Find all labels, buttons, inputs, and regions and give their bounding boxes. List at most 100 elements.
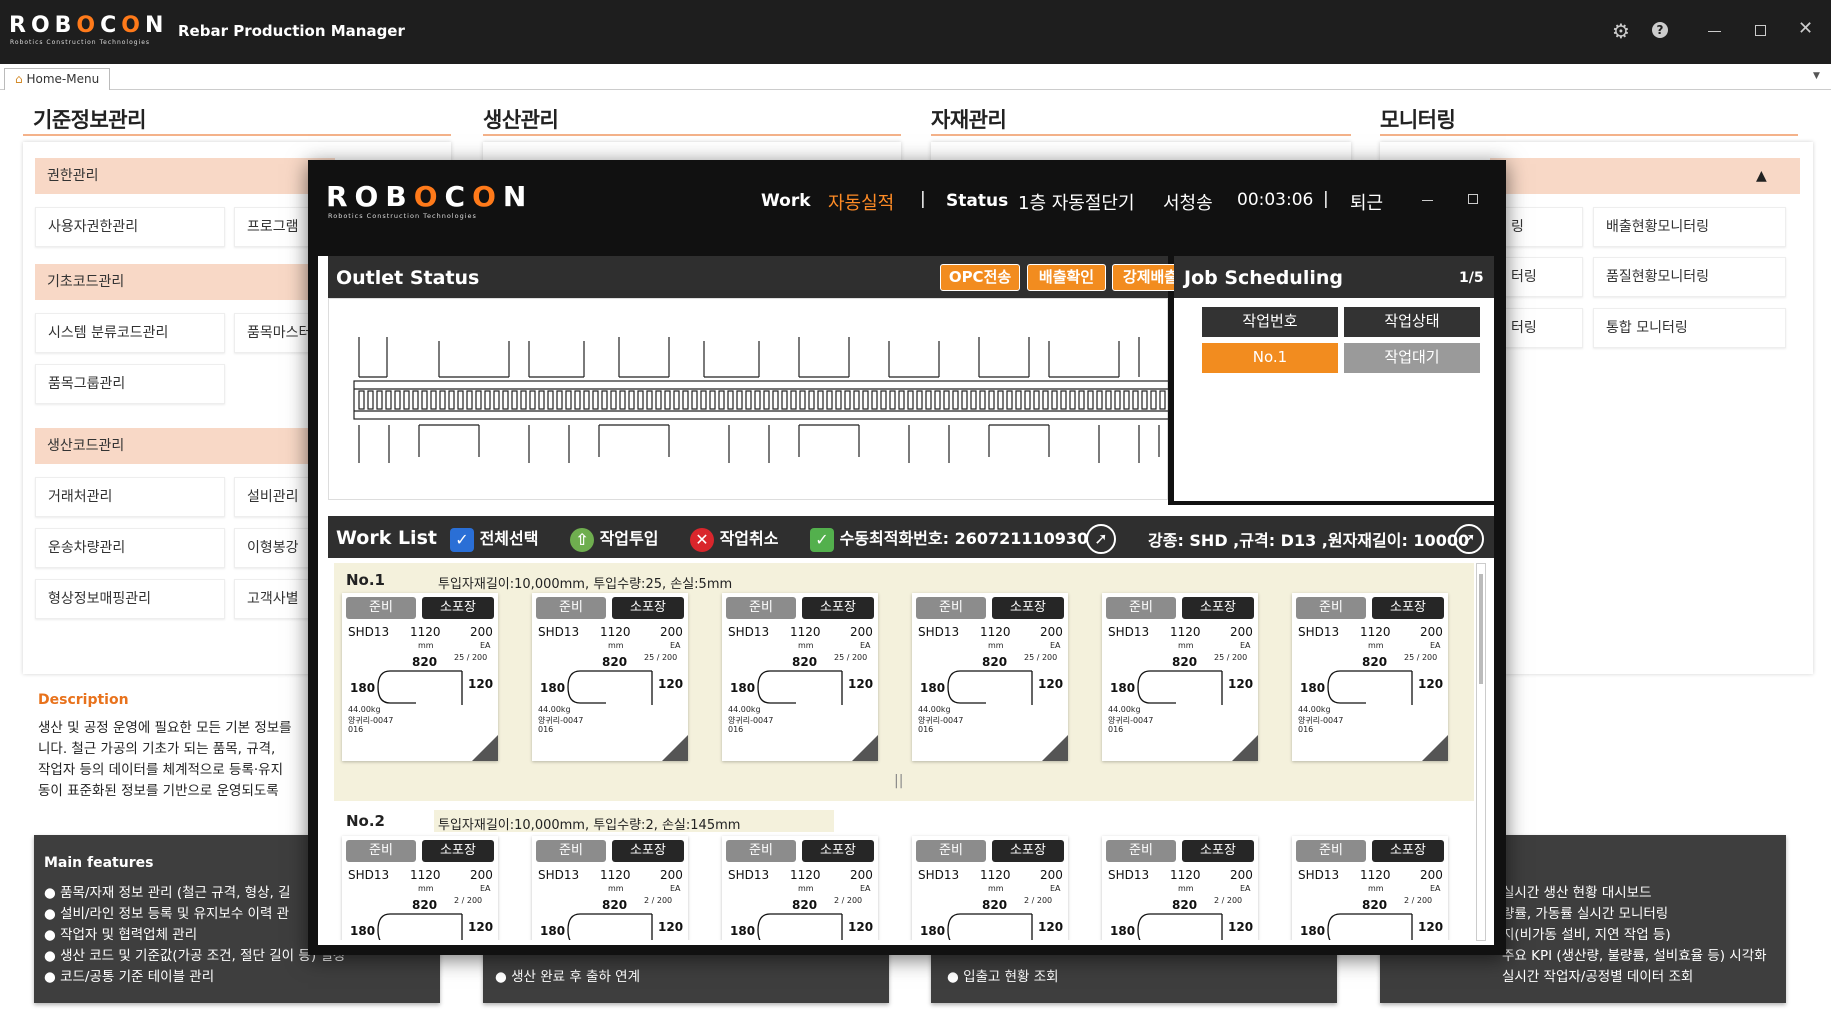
menu-item-group[interactable]: 품목그룹관리	[35, 364, 225, 404]
work-card[interactable]: 준비 소포장 SHD13 1120 mm 200 EA 25 / 200 820…	[532, 593, 688, 761]
pack-button[interactable]: 소포장	[612, 840, 684, 862]
pack-button[interactable]: 소포장	[992, 597, 1064, 619]
modal-maximize-button[interactable]	[1468, 194, 1478, 204]
job-number-cell[interactable]: No.1	[1202, 343, 1338, 373]
menu-shape-mapping[interactable]: 형상정보매핑관리	[35, 579, 225, 619]
menu-discharge-monitoring[interactable]: 배출현황모니터링	[1593, 207, 1786, 247]
work-card[interactable]: 준비 소포장 SHD13 1120 mm 200 EA 25 / 200 820…	[1102, 593, 1258, 761]
work-card[interactable]: 준비 소포장 SHD13 1120 mm 200 EA 2 / 200 820 …	[342, 836, 498, 940]
nav-status[interactable]: Status	[946, 191, 1008, 211]
help-icon[interactable]: ?	[1652, 22, 1668, 38]
bend-shape	[1327, 913, 1413, 940]
menu-monitor-partial-3[interactable]: 터링	[1498, 308, 1583, 348]
menu-customer[interactable]: 거래처관리	[35, 477, 225, 517]
conveyor-roller	[664, 390, 671, 410]
tab-dropdown-icon[interactable]: ▼	[1813, 71, 1820, 81]
pack-button[interactable]: 소포장	[422, 840, 494, 862]
conveyor-roller	[475, 390, 482, 410]
ready-button[interactable]: 준비	[536, 840, 606, 862]
nav-auto-result[interactable]: 자동실적	[828, 189, 894, 215]
work-card[interactable]: 준비 소포장 SHD13 1120 mm 200 EA 25 / 200 820…	[342, 593, 498, 761]
rebar-count: 200	[1040, 868, 1063, 882]
ready-button[interactable]: 준비	[916, 597, 986, 619]
work-card[interactable]: 준비 소포장 SHD13 1120 mm 200 EA 25 / 200 820…	[912, 593, 1068, 761]
ready-button[interactable]: 준비	[536, 597, 606, 619]
work-card[interactable]: 준비 소포장 SHD13 1120 mm 200 EA 2 / 200 820 …	[722, 836, 878, 940]
work-input-button[interactable]: ⇧ 작업투입	[570, 525, 658, 552]
work-card[interactable]: 준비 소포장 SHD13 1120 mm 200 EA 2 / 200 820 …	[532, 836, 688, 940]
menu-user-permission[interactable]: 사용자권한관리	[35, 207, 225, 247]
ready-button[interactable]: 준비	[916, 840, 986, 862]
share-icon[interactable]: ➚	[1086, 524, 1116, 554]
logout-button[interactable]: 퇴근	[1350, 189, 1383, 215]
nav-work[interactable]: Work	[761, 191, 811, 211]
rebar-count: 200	[660, 625, 683, 639]
conveyor-roller	[565, 390, 572, 410]
menu-monitor-partial-2[interactable]: 터링	[1498, 257, 1583, 297]
group-monitoring[interactable]	[1490, 158, 1800, 194]
work-card[interactable]: 준비 소포장 SHD13 1120 mm 200 EA 25 / 200 820…	[722, 593, 878, 761]
pack-button[interactable]: 소포장	[1372, 597, 1444, 619]
work-card[interactable]: 준비 소포장 SHD13 1120 mm 200 EA 2 / 200 820 …	[1102, 836, 1258, 940]
work-list-scrollbar[interactable]	[1476, 563, 1486, 941]
shape-dim-right: 120	[1418, 920, 1444, 934]
length-unit: mm	[1178, 884, 1194, 893]
ready-button[interactable]: 준비	[1106, 840, 1176, 862]
ready-button[interactable]: 준비	[1106, 597, 1176, 619]
minimize-button[interactable]	[1708, 31, 1721, 32]
conveyor-roller	[448, 390, 455, 410]
group-production-code[interactable]: 생산코드관리	[35, 428, 335, 464]
feature-item: 주요 KPI (생산량, 불량률, 설비효율 등) 시각화	[1502, 948, 1767, 964]
ready-button[interactable]: 준비	[346, 840, 416, 862]
menu-quality-monitoring[interactable]: 품질현황모니터링	[1593, 257, 1786, 297]
ready-button[interactable]: 준비	[1296, 597, 1366, 619]
section-underline	[1380, 134, 1798, 136]
pack-button[interactable]: 소포장	[992, 840, 1064, 862]
conveyor-roller	[1042, 390, 1049, 410]
group-basic-code[interactable]: 기초코드관리	[35, 264, 335, 300]
menu-monitor-partial-1[interactable]: 링	[1498, 207, 1583, 247]
conveyor-roller	[745, 390, 752, 410]
pack-button[interactable]: 소포장	[802, 597, 874, 619]
pack-button[interactable]: 소포장	[422, 597, 494, 619]
menu-system-code[interactable]: 시스템 분류코드관리	[35, 313, 225, 353]
pack-button[interactable]: 소포장	[1372, 840, 1444, 862]
group-permission[interactable]: 권한관리	[35, 158, 335, 194]
modal-minimize-button[interactable]	[1422, 200, 1433, 201]
gear-icon[interactable]: ⚙	[1612, 19, 1630, 43]
ready-button[interactable]: 준비	[726, 597, 796, 619]
rebar-weight: 44.00kg	[538, 705, 571, 714]
work-card[interactable]: 준비 소포장 SHD13 1120 mm 200 EA 25 / 200 820…	[1292, 593, 1448, 761]
ready-button[interactable]: 준비	[346, 597, 416, 619]
conveyor-roller	[1006, 390, 1013, 410]
pack-button[interactable]: 소포장	[802, 840, 874, 862]
count-unit: EA	[1050, 641, 1061, 650]
shape-dim-right: 120	[1418, 677, 1444, 691]
collapse-icon[interactable]: ▲	[1756, 168, 1767, 184]
discharge-confirm-button[interactable]: 배출확인	[1027, 264, 1106, 291]
length-unit: mm	[608, 641, 624, 650]
ready-button[interactable]: 준비	[1296, 840, 1366, 862]
rebar-count: 200	[1420, 868, 1443, 882]
row-resize-handle[interactable]: ||	[894, 773, 903, 789]
select-all-checkbox[interactable]: ✓ 전체선택	[450, 525, 538, 552]
tab-home-menu[interactable]: ⌂ Home-Menu	[4, 68, 111, 90]
opc-send-button[interactable]: OPC전송	[940, 264, 1020, 291]
scrollbar-thumb[interactable]	[1479, 574, 1483, 684]
conveyor-roller	[1114, 390, 1121, 410]
rebar-count: 200	[1040, 625, 1063, 639]
job-state-cell[interactable]: 작업대기	[1344, 343, 1480, 373]
work-cancel-button[interactable]: ✕ 작업취소	[690, 525, 778, 552]
rebar-grade: SHD13	[728, 868, 770, 882]
work-card[interactable]: 준비 소포장 SHD13 1120 mm 200 EA 2 / 200 820 …	[912, 836, 1068, 940]
close-button[interactable]: ✕	[1798, 18, 1813, 39]
work-card[interactable]: 준비 소포장 SHD13 1120 mm 200 EA 2 / 200 820 …	[1292, 836, 1448, 940]
pack-button[interactable]: 소포장	[1182, 840, 1254, 862]
pack-button[interactable]: 소포장	[612, 597, 684, 619]
menu-vehicle[interactable]: 운송차량관리	[35, 528, 225, 568]
maximize-button[interactable]	[1755, 25, 1766, 36]
share-icon[interactable]: ➚	[1454, 524, 1484, 554]
pack-button[interactable]: 소포장	[1182, 597, 1254, 619]
ready-button[interactable]: 준비	[726, 840, 796, 862]
menu-integrated-monitoring[interactable]: 통합 모니터링	[1593, 308, 1786, 348]
